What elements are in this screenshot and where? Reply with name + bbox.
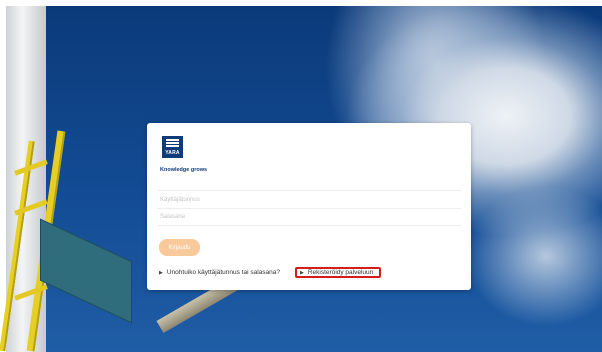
password-field[interactable]: Salasana: [157, 208, 461, 226]
register-link[interactable]: ▶ Rekisteröidy palveluun: [295, 267, 381, 278]
tagline: Knowledge grows: [160, 167, 208, 173]
register-link-label: Rekisteröidy palveluun: [307, 269, 374, 276]
caret-right-icon: ▶: [300, 269, 304, 276]
yara-logo: YARA: [162, 136, 183, 158]
password-placeholder: Salasana: [160, 214, 186, 220]
username-field[interactable]: Käyttäjätunnus: [157, 190, 461, 208]
caret-right-icon: ▶: [159, 269, 163, 276]
forgot-link-label: Unohtuiko käyttäjätunnus tai salasana?: [166, 269, 280, 276]
login-card: YARA Knowledge grows Käyttäjätunnus Sala…: [147, 123, 471, 290]
forgot-credentials-link[interactable]: ▶ Unohtuiko käyttäjätunnus tai salasana?: [159, 269, 280, 276]
login-button[interactable]: Kirjaudu: [159, 239, 200, 256]
username-placeholder: Käyttäjätunnus: [160, 196, 200, 203]
viking-ship-icon: [166, 139, 179, 148]
logo-text: YARA: [165, 150, 180, 156]
